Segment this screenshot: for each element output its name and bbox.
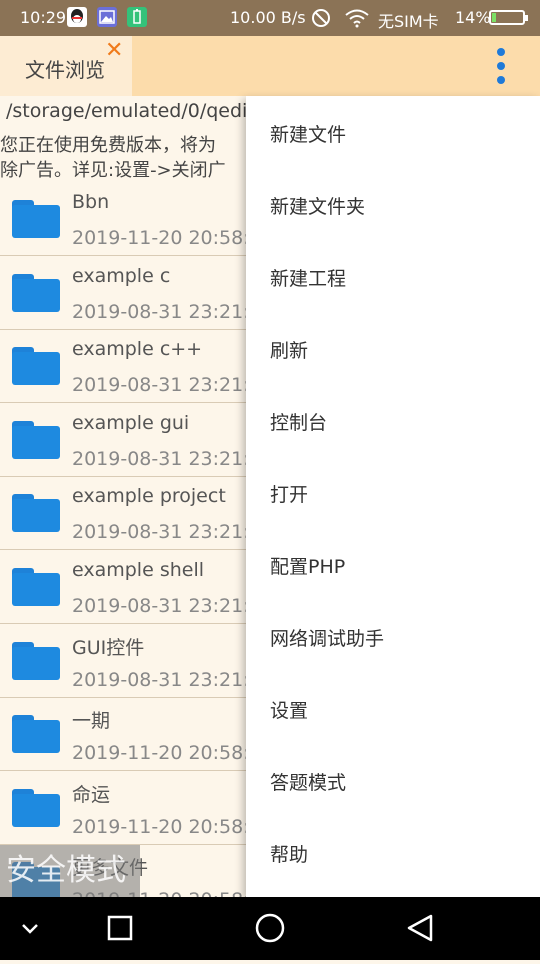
menu-item[interactable]: 打开 [246,456,540,528]
wifi-icon [344,8,370,32]
app-bar: 文件浏览 ✕ [0,36,540,96]
file-date: 2019-08-31 23:21:2 [72,447,262,470]
folder-icon [12,641,60,680]
file-date: 2019-08-31 23:21:1 [72,668,262,691]
back-chevron-icon[interactable] [0,897,70,960]
folder-icon [12,347,60,386]
no-disturb-icon [311,8,331,32]
file-name: GUI控件 [72,636,145,659]
battery-app-icon [127,7,147,27]
safe-mode-badge: 安全模式 [0,845,140,897]
folder-icon [12,200,60,238]
file-name: example gui [72,411,190,434]
file-row[interactable]: 一期 2019-11-20 20:58:5 [0,698,262,772]
menu-item-label: 控制台 [270,412,328,434]
sim-status: 无SIM卡 [378,12,439,31]
menu-item-label: 新建工程 [270,268,347,290]
file-name: example shell [72,559,205,581]
folder-icon [12,420,60,459]
file-date: 2019-11-20 20:58:5 [72,815,262,838]
home-circle-icon[interactable] [230,897,310,960]
menu-item[interactable]: 新建文件夹 [246,168,540,240]
file-row[interactable]: example c++ 2019-08-31 23:21:1 [0,330,262,404]
menu-item-label: 网络调试助手 [270,628,385,650]
file-name: Bbn [72,191,110,213]
more-vert-icon[interactable] [486,42,516,90]
menu-item-label: 新建文件 [270,124,347,146]
menu-item[interactable]: 刷新 [246,312,540,384]
menu-item[interactable]: 网络调试助手 [246,600,540,672]
close-icon[interactable]: ✕ [105,38,123,63]
menu-item[interactable]: 新建文件 [246,96,540,168]
tab-file-browser[interactable]: 文件浏览 ✕ [0,36,132,96]
recents-square-icon[interactable] [80,897,160,960]
menu-item-label: 新建文件夹 [270,196,366,218]
menu-item[interactable]: 配置PHP [246,528,540,600]
file-date: 2019-08-31 23:21:2 [72,521,262,544]
file-date: 2019-08-31 23:21:1 [72,300,262,323]
folder-icon [12,788,60,827]
battery-icon [489,10,528,25]
qq-icon [67,7,87,27]
notice-line: 除广告。详见:设置->关闭广 [0,160,226,181]
menu-item-label: 配置PHP [270,556,346,578]
notice-line: 您正在使用免费版本，将为 [0,135,216,156]
file-row[interactable]: example project 2019-08-31 23:21:2 [0,477,262,551]
file-name: 命运 [72,783,111,806]
menu-item-label: 答题模式 [270,772,347,794]
menu-item-label: 打开 [270,484,309,506]
file-row[interactable]: 命运 2019-11-20 20:58:5 [0,772,262,845]
file-date: 2019-08-31 23:21:2 [72,595,262,617]
folder-icon [12,494,60,533]
file-row[interactable]: example c 2019-08-31 23:21:1 [0,257,262,330]
folder-icon [12,715,60,754]
network-speed: 10.00 B/s [230,8,306,27]
status-bar: 10:29 10.00 B/s 无SIM卡 14% [0,0,540,36]
menu-item-label: 帮助 [270,844,309,866]
menu-item[interactable]: 帮助 [246,816,540,888]
status-time: 10:29 [20,8,67,27]
file-row[interactable]: example gui 2019-08-31 23:21:2 [0,404,262,477]
file-row[interactable]: GUI控件 2019-08-31 23:21:1 [0,625,262,698]
folder-icon [12,273,60,312]
free-version-notice: 您正在使用免费版本，将为 除广告。详见:设置->关闭广 [0,133,250,183]
menu-item[interactable]: 答题模式 [246,744,540,816]
back-triangle-icon[interactable] [380,897,460,960]
current-path: /storage/emulated/0/qedi [6,100,248,122]
battery-percent: 14% [455,8,491,27]
file-name: example project [72,485,226,508]
menu-item[interactable]: 控制台 [246,384,540,456]
gallery-icon [97,7,117,27]
file-name: 一期 [72,710,111,733]
menu-item[interactable]: 新建工程 [246,240,540,312]
tab-label: 文件浏览 [25,58,105,82]
file-date: 2019-08-31 23:21:1 [72,374,262,397]
file-date: 2019-11-20 20:58:5 [72,742,262,765]
file-date: 2019-11-20 20:58:5 [72,227,262,249]
file-name: example c++ [72,338,203,361]
menu-item-label: 刷新 [270,340,309,362]
menu-item[interactable]: 设置 [246,672,540,744]
navigation-bar [0,897,540,960]
file-row[interactable]: example shell 2019-08-31 23:21:2 [0,551,262,624]
menu-item-label: 设置 [270,700,309,722]
file-name: example c [72,264,171,287]
file-row[interactable]: Bbn 2019-11-20 20:58:5 [0,183,262,256]
folder-icon [12,568,60,606]
overflow-menu: 新建文件新建文件夹新建工程刷新控制台打开配置PHP 网络调试助手 设置答题模式帮助 [246,96,540,897]
